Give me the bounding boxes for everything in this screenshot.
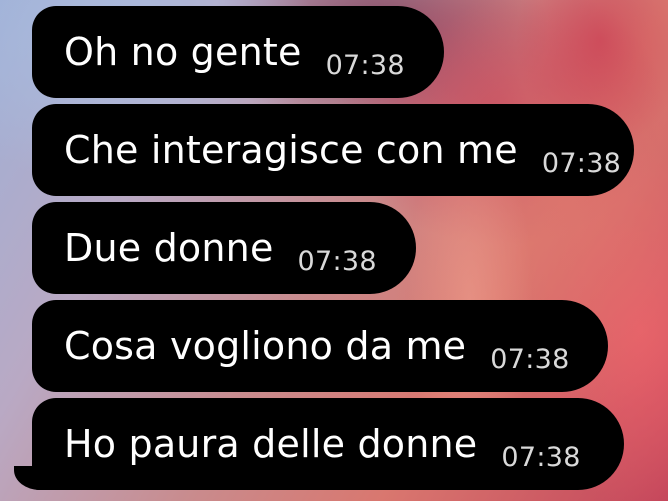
message-time: 07:38 [490, 343, 570, 375]
message-text: Cosa vogliono da me [64, 324, 467, 368]
message-bubble[interactable]: Che interagisce con me 07:38 [32, 104, 634, 196]
chat-thread: Oh no gente 07:38 Che interagisce con me… [0, 0, 668, 501]
message-time: 07:38 [325, 49, 405, 81]
message-bubble[interactable]: Cosa vogliono da me 07:38 [32, 300, 608, 392]
message-bubble[interactable]: Ho paura delle donne 07:38 [32, 398, 624, 490]
message-time: 07:38 [541, 147, 622, 179]
message-text: Ho paura delle donne [64, 422, 478, 466]
message-bubble[interactable]: Due donne 07:38 [32, 202, 416, 294]
message-text: Due donne [64, 226, 274, 270]
message-text: Che interagisce con me [64, 128, 518, 172]
message-time: 07:38 [501, 441, 581, 473]
message-bubble[interactable]: Oh no gente 07:38 [32, 6, 444, 98]
message-text: Oh no gente [64, 30, 302, 74]
message-time: 07:38 [297, 245, 377, 277]
